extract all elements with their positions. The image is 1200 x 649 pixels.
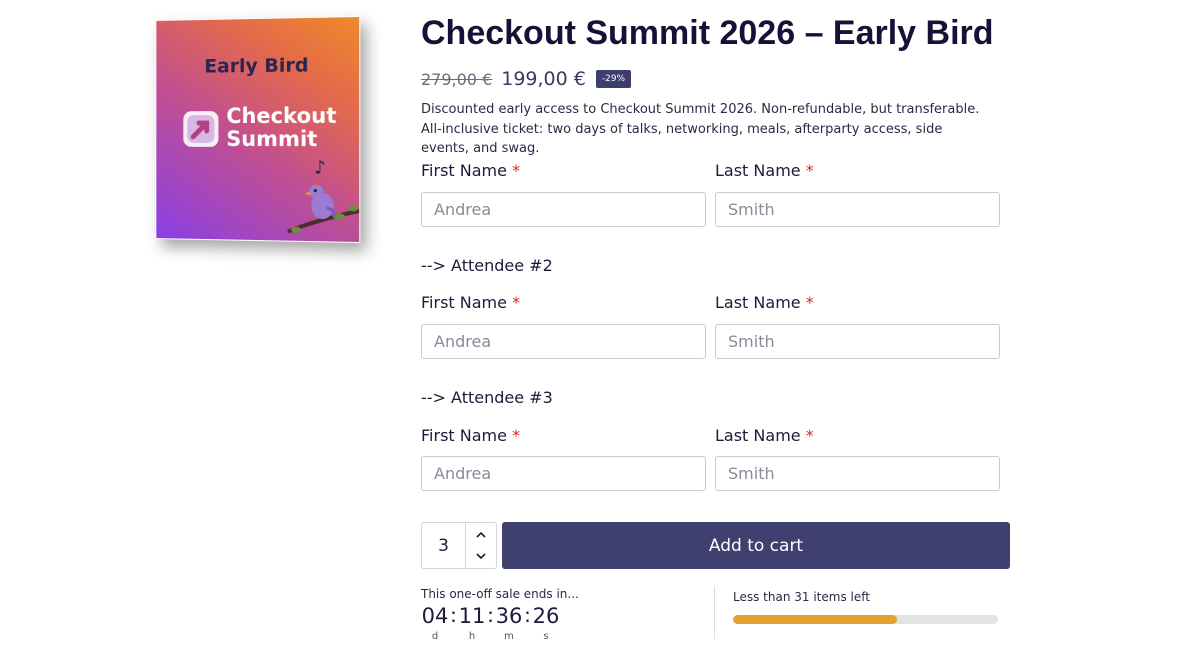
stock-progress-bar — [733, 615, 998, 624]
divider — [714, 586, 715, 639]
product-image[interactable]: Early Bird Checkout Summit ♪ — [155, 15, 361, 244]
music-note-icon: ♪ — [314, 157, 326, 179]
product-title: Checkout Summit 2026 – Early Bird — [421, 14, 994, 52]
first-name-input-2[interactable] — [421, 324, 706, 359]
countdown-separator: : — [450, 603, 457, 627]
last-name-label-1: Last Name * — [715, 161, 814, 180]
image-logo-line1: Checkout — [226, 103, 337, 129]
sale-ends-text: This one-off sale ends in... — [421, 587, 579, 601]
first-name-input-3[interactable] — [421, 456, 706, 491]
first-name-label-text: First Name — [421, 293, 507, 312]
add-to-cart-button[interactable]: Add to cart — [502, 522, 1010, 569]
countdown-hours: 11 h — [458, 603, 486, 642]
countdown-days-value: 04 — [421, 604, 449, 628]
last-name-label-text: Last Name — [715, 293, 801, 312]
quantity-arrows — [466, 523, 496, 568]
image-logo-text: Checkout Summit — [226, 103, 337, 152]
last-name-label-text: Last Name — [715, 426, 801, 445]
first-name-label-text: First Name — [421, 426, 507, 445]
checkout-summit-logo-icon — [183, 111, 219, 147]
old-price: 279,00 € — [421, 69, 493, 89]
countdown-seconds-label: s — [543, 631, 549, 642]
last-name-input-2[interactable] — [715, 324, 1000, 359]
attendee-2-heading: --> Attendee #2 — [421, 256, 553, 275]
countdown-days: 04 d — [421, 603, 449, 642]
product-description: Discounted early access to Checkout Summ… — [421, 102, 980, 156]
price-row: 279,00 € 199,00 € -29% — [421, 66, 632, 92]
quantity-stepper[interactable]: 3 — [421, 522, 497, 569]
required-marker: * — [512, 426, 521, 445]
countdown-hours-value: 11 — [458, 604, 486, 628]
chevron-up-icon[interactable] — [466, 523, 496, 546]
required-marker: * — [805, 426, 814, 445]
last-name-label-3: Last Name * — [715, 426, 814, 445]
required-marker: * — [512, 293, 521, 312]
last-name-input-1[interactable] — [715, 192, 1000, 227]
countdown-minutes-value: 36 — [495, 604, 523, 628]
countdown-minutes: 36 m — [495, 603, 523, 642]
last-name-label-2: Last Name * — [715, 293, 814, 312]
required-marker: * — [805, 161, 814, 180]
first-name-input-1[interactable] — [421, 192, 706, 227]
required-marker: * — [512, 161, 521, 180]
stock-progress-fill — [733, 615, 898, 624]
sale-price: 199,00 € — [501, 68, 586, 90]
image-logo-line2: Summit — [226, 126, 318, 152]
chevron-down-icon[interactable] — [466, 546, 496, 569]
countdown-seconds: 26 s — [532, 603, 560, 642]
attendee-3-heading: --> Attendee #3 — [421, 388, 553, 407]
countdown-separator: : — [487, 603, 494, 627]
discount-badge: -29% — [595, 70, 632, 88]
countdown-days-label: d — [431, 631, 439, 642]
countdown-seconds-value: 26 — [532, 604, 560, 628]
last-name-label-text: Last Name — [715, 161, 801, 180]
countdown-separator: : — [524, 603, 531, 627]
first-name-label-2: First Name * — [421, 293, 520, 312]
first-name-label-1: First Name * — [421, 161, 520, 180]
first-name-label-text: First Name — [421, 161, 507, 180]
stock-text: Less than 31 items left — [733, 590, 870, 604]
last-name-input-3[interactable] — [715, 456, 1000, 491]
countdown-minutes-label: m — [504, 631, 514, 642]
countdown-hours-label: h — [468, 631, 476, 642]
bird-on-branch-icon — [286, 179, 360, 243]
required-marker: * — [805, 293, 814, 312]
quantity-value[interactable]: 3 — [422, 523, 466, 568]
countdown-timer: 04 d : 11 h : 36 m : 26 s — [421, 603, 560, 642]
image-early-bird-text: Early Bird — [204, 54, 309, 78]
first-name-label-3: First Name * — [421, 426, 520, 445]
